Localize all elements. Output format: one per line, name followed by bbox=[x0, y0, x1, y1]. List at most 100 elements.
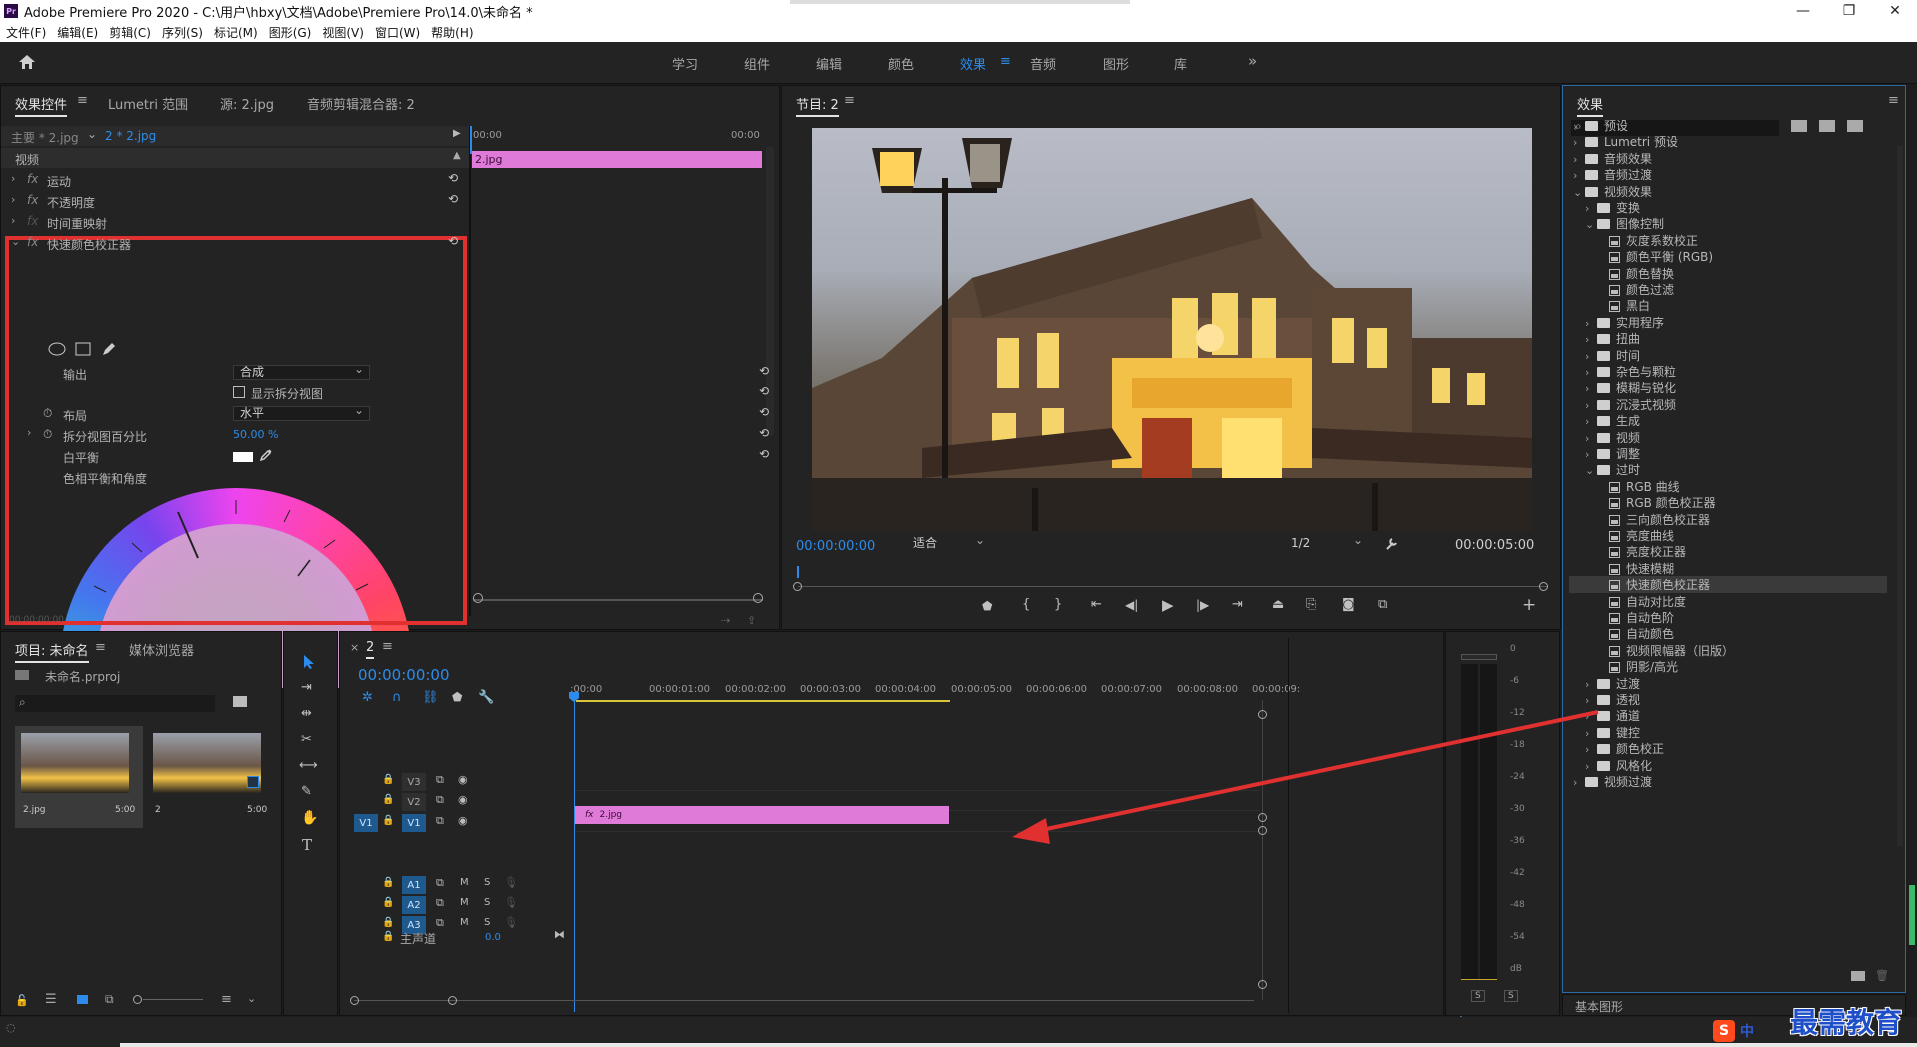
type-tool-icon[interactable]: T bbox=[302, 836, 312, 854]
list-view-icon[interactable]: ☰ bbox=[45, 992, 57, 1007]
menu-item-6[interactable]: 视图(V) bbox=[322, 24, 364, 41]
track-eye-icon[interactable]: ◉ bbox=[458, 793, 468, 806]
menu-item-3[interactable]: 序列(S) bbox=[162, 24, 203, 41]
sort-icon[interactable]: ≡ bbox=[221, 992, 232, 1007]
effects-tree-item[interactable]: 阴影/高光 bbox=[1597, 658, 1678, 675]
effects-tree-item[interactable]: › 音频效果 bbox=[1573, 150, 1652, 167]
essential-graphics-tab[interactable]: 基本图形 bbox=[1575, 998, 1623, 1015]
wrench-icon[interactable] bbox=[1384, 536, 1399, 551]
mute-button[interactable]: M bbox=[460, 897, 469, 908]
program-zoom-right[interactable] bbox=[1539, 582, 1548, 591]
tree-chevron-icon[interactable]: › bbox=[1585, 202, 1597, 215]
effects-tree-item[interactable]: RGB 颜色校正器 bbox=[1597, 494, 1716, 511]
ec-export-icon[interactable]: ⇪ bbox=[747, 614, 756, 627]
effects-tree-item[interactable]: › Lumetri 预设 bbox=[1573, 133, 1678, 150]
project-item-2[interactable]: 2 5:00 bbox=[147, 726, 275, 828]
tree-chevron-icon[interactable]: › bbox=[1573, 120, 1585, 133]
fx-row-chevron-icon[interactable]: ⌄ bbox=[11, 235, 20, 248]
program-menu-icon[interactable]: ≡ bbox=[844, 93, 855, 108]
solo-right-button[interactable]: S bbox=[1504, 990, 1518, 1002]
timeline-vscroll[interactable] bbox=[1262, 700, 1263, 1000]
tree-chevron-icon[interactable]: › bbox=[1585, 366, 1597, 379]
menu-item-5[interactable]: 图形(G) bbox=[269, 24, 312, 41]
ec-zoom-handle-left[interactable] bbox=[473, 593, 483, 603]
effects-tree-item[interactable]: ⌄ 图像控制 bbox=[1585, 215, 1664, 232]
nest-icon[interactable]: ✲ bbox=[362, 690, 373, 705]
ripple-edit-tool-icon[interactable]: ⇹ bbox=[301, 706, 312, 721]
workspace-tab-0[interactable]: 学习 bbox=[672, 54, 698, 73]
effects-tree-item[interactable]: 三向颜色校正器 bbox=[1597, 511, 1710, 528]
tree-chevron-icon[interactable]: ⌄ bbox=[1585, 464, 1597, 477]
track-lock-icon[interactable]: 🔒 bbox=[382, 794, 394, 805]
vscroll-handle-3[interactable] bbox=[1258, 826, 1267, 835]
go-to-out-icon[interactable]: ⇥ bbox=[1232, 597, 1243, 612]
ec-tab-0[interactable]: 效果控件 bbox=[15, 94, 68, 117]
fx-row-reset-icon[interactable]: ⟲ bbox=[448, 234, 458, 248]
hand-tool-icon[interactable]: ✋ bbox=[301, 810, 318, 826]
master-lock-icon[interactable]: 🔒 bbox=[382, 931, 394, 942]
track-sync-icon[interactable]: ⧉ bbox=[436, 814, 444, 828]
maximize-button[interactable]: ❐ bbox=[1826, 0, 1872, 22]
tree-chevron-icon[interactable]: › bbox=[1573, 153, 1585, 166]
effects-new-bin-icon[interactable] bbox=[1851, 971, 1865, 981]
fx-row-chevron-icon[interactable]: › bbox=[11, 214, 15, 227]
tree-chevron-icon[interactable]: › bbox=[1585, 399, 1597, 412]
fx-row-reset-icon[interactable]: ⟲ bbox=[448, 171, 458, 185]
track-sync-icon[interactable]: ⧉ bbox=[436, 876, 444, 890]
video-track-V1[interactable]: V1 bbox=[402, 814, 426, 832]
timeline-playhead[interactable] bbox=[574, 692, 575, 1012]
tree-chevron-icon[interactable]: › bbox=[1585, 694, 1597, 707]
effects-tree-item[interactable]: 自动颜色 bbox=[1597, 625, 1674, 642]
menu-item-1[interactable]: 编辑(E) bbox=[57, 24, 98, 41]
video-track-V3[interactable]: V3 bbox=[402, 773, 426, 791]
hscroll-handle-right[interactable] bbox=[448, 996, 457, 1005]
effects-tree-item[interactable]: › 实用程序 bbox=[1585, 314, 1664, 331]
zoom-slider-handle[interactable] bbox=[133, 995, 142, 1004]
effects-tab[interactable]: 效果 bbox=[1577, 94, 1604, 117]
tree-chevron-icon[interactable]: › bbox=[1585, 350, 1597, 363]
go-to-in-icon[interactable]: ⇤ bbox=[1091, 597, 1102, 612]
effects-tree-item[interactable]: › 预设 bbox=[1573, 117, 1628, 134]
timeline-timecode[interactable]: 00:00:00:00 bbox=[358, 666, 450, 684]
workspace-tab-1[interactable]: 组件 bbox=[744, 54, 770, 73]
ec-clip-bar[interactable]: 2.jpg bbox=[472, 151, 762, 168]
menu-item-8[interactable]: 帮助(H) bbox=[431, 24, 473, 41]
clip-chevron-icon[interactable]: ⌄ bbox=[87, 127, 97, 141]
program-tab[interactable]: 节目: 2 bbox=[796, 94, 839, 117]
effects-tree-item[interactable]: 颜色过滤 bbox=[1597, 281, 1674, 298]
tree-chevron-icon[interactable]: › bbox=[1585, 678, 1597, 691]
project-menu-icon[interactable]: ≡ bbox=[95, 640, 106, 655]
vscroll-handle-1[interactable] bbox=[1258, 710, 1267, 719]
sort-chevron-icon[interactable]: ⌄ bbox=[247, 992, 256, 1005]
split-view-reset-icon[interactable]: ⟲ bbox=[759, 384, 769, 398]
step-back-icon[interactable]: ◀| bbox=[1125, 598, 1138, 612]
icon-view-icon[interactable] bbox=[77, 995, 88, 1004]
tree-chevron-icon[interactable]: › bbox=[1585, 727, 1597, 740]
video-track-V2[interactable]: V2 bbox=[402, 793, 426, 811]
effects-tree-item[interactable]: 颜色替换 bbox=[1597, 265, 1674, 282]
timeline-tab[interactable]: 2 bbox=[366, 640, 375, 659]
export-frame-icon[interactable]: ◙ bbox=[1342, 597, 1355, 612]
ec-tab-2[interactable]: 源: 2.jpg bbox=[220, 94, 274, 113]
effects-tree-item[interactable]: 自动色阶 bbox=[1597, 609, 1674, 626]
tree-chevron-icon[interactable]: › bbox=[1585, 760, 1597, 773]
ec-zoom-handle-right[interactable] bbox=[753, 593, 763, 603]
voiceover-icon[interactable]: 🎙 bbox=[504, 896, 518, 909]
effects-tree-item[interactable]: › 音频过渡 bbox=[1573, 166, 1652, 183]
effects-tree-item[interactable]: 亮度曲线 bbox=[1597, 527, 1674, 544]
32bit-effects-icon[interactable] bbox=[1819, 120, 1835, 132]
track-sync-icon[interactable]: ⧉ bbox=[436, 916, 444, 930]
effects-tree-item[interactable]: › 沉浸式视频 bbox=[1585, 396, 1676, 413]
timeline-hscroll[interactable] bbox=[354, 1000, 1254, 1001]
linked-selection-icon[interactable]: ⛓ bbox=[422, 690, 439, 705]
tree-chevron-icon[interactable]: ⌄ bbox=[1573, 186, 1585, 199]
effects-tree-item[interactable]: › 过渡 bbox=[1585, 675, 1640, 692]
solo-button[interactable]: S bbox=[484, 897, 490, 908]
effects-tree-item[interactable]: ⌄ 过时 bbox=[1585, 461, 1640, 478]
effects-tree-item[interactable]: › 扭曲 bbox=[1585, 330, 1640, 347]
tree-chevron-icon[interactable]: › bbox=[1573, 169, 1585, 182]
menu-item-0[interactable]: 文件(F) bbox=[6, 24, 46, 41]
project-tab[interactable]: 项目: 未命名 bbox=[15, 640, 89, 663]
split-pct-reset-icon[interactable]: ⟲ bbox=[759, 426, 769, 440]
effects-tree-item[interactable]: 快速模糊 bbox=[1597, 560, 1674, 577]
